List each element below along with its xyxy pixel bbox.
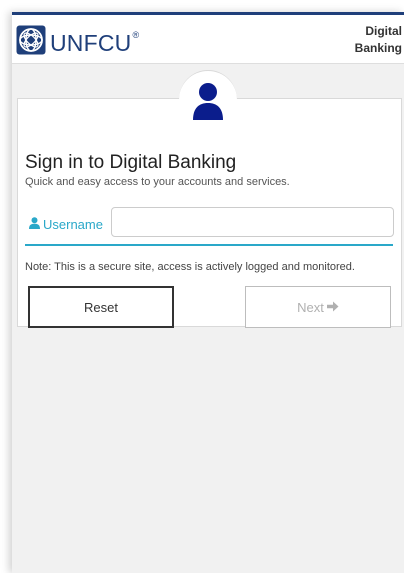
header-title-line1: Digital [365,24,402,38]
username-label: Username [29,217,103,232]
logo-text: UNFCU® [50,29,140,56]
next-button-label: Next [297,299,324,315]
username-label-text: Username [43,217,103,232]
avatar [179,70,237,129]
next-button[interactable]: Next [245,286,391,328]
reset-button[interactable]: Reset [28,286,174,328]
username-row: Username [25,207,404,241]
arrow-right-icon [324,300,339,315]
header: UNFCU® Digital Banking [12,15,404,64]
page-subtitle: Quick and easy access to your accounts a… [25,176,290,188]
page-title: Sign in to Digital Banking [25,152,237,173]
header-title: Digital Banking [355,23,402,57]
username-underline [25,244,393,246]
logo-registered-mark: ® [132,29,140,40]
reset-button-label: Reset [84,299,118,315]
username-input[interactable] [111,207,394,237]
user-icon [29,217,43,232]
globe-logo-icon [16,25,46,60]
security-note: Note: This is a secure site, access is a… [25,261,355,273]
app-window: UNFCU® Digital Banking Sign in to Digita… [12,12,404,573]
logo[interactable]: UNFCU® [16,25,139,60]
header-title-line2: Banking [354,41,402,55]
